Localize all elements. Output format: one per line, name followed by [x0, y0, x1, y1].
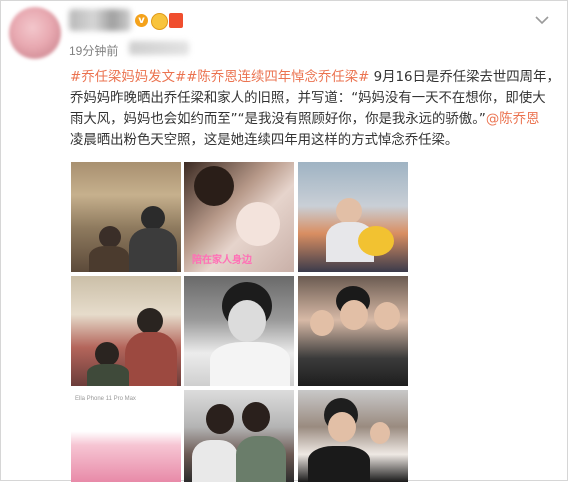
post-text: #乔任梁妈妈发文##陈乔恩连续四年悼念乔任梁# 9月16日是乔任梁去世四周年， … — [70, 67, 564, 151]
photo-figure — [194, 166, 234, 206]
post-time: 19分钟前 — [69, 44, 119, 58]
photo-figure — [210, 342, 290, 386]
photo-figure — [310, 310, 334, 336]
post-photo-2[interactable]: 陪在家人身边 — [184, 162, 294, 272]
post-photo-5[interactable] — [184, 276, 294, 386]
photo-figure — [328, 412, 356, 442]
post-text-segment: 雨大风，妈妈也会如约而至”“是我没有照顾好你，你是我永远的骄傲。” — [70, 112, 486, 127]
post-photo-3[interactable] — [298, 162, 408, 272]
photo-figure — [228, 300, 266, 342]
photo-figure — [206, 404, 234, 434]
avatar[interactable] — [9, 7, 61, 59]
photo-figure — [99, 226, 121, 248]
photo-figure — [340, 300, 368, 330]
member-badge-icon — [169, 13, 183, 28]
photo-figure — [358, 226, 394, 256]
weibo-post-card: v 19分钟前 #乔任梁妈妈发文##陈乔恩连续四年悼念乔任梁# 9月16日是乔任… — [0, 0, 568, 482]
photo-figure — [87, 364, 129, 386]
photo-text: Ella Phone 11 Pro Max — [75, 396, 136, 402]
hashtag-link[interactable]: #乔任梁妈妈发文# — [70, 70, 186, 85]
photo-figure — [336, 198, 362, 224]
post-photo-6[interactable] — [298, 276, 408, 386]
post-photo-4[interactable] — [71, 276, 181, 386]
photo-figure — [192, 440, 238, 482]
post-text-line-1: #乔任梁妈妈发文##陈乔恩连续四年悼念乔任梁# 9月16日是乔任梁去世四周年， — [70, 67, 564, 88]
post-text-line-2: 乔妈妈昨晚晒出乔任梁和家人的旧照，并写道：“妈妈没有一天不在想你，即使大 — [70, 91, 546, 106]
photo-figure — [370, 422, 390, 444]
photo-figure — [236, 202, 280, 246]
chevron-down-icon[interactable] — [533, 13, 551, 27]
post-photo-8[interactable] — [184, 390, 294, 482]
photo-figure — [236, 436, 286, 482]
photo-figure — [242, 402, 270, 432]
photo-caption: 陪在家人身边 — [192, 255, 252, 266]
post-text-segment: 9月16日是乔任梁去世四周年， — [369, 70, 560, 85]
hashtag-link[interactable]: #陈乔恩连续四年悼念乔任梁# — [186, 70, 369, 85]
photo-figure — [89, 246, 129, 272]
photo-figure — [308, 446, 370, 482]
photo-figure — [137, 308, 163, 334]
post-photo-1[interactable] — [71, 162, 181, 272]
post-photo-7[interactable]: Ella Phone 11 Pro Max — [71, 390, 181, 482]
post-photo-9[interactable] — [298, 390, 408, 482]
photo-figure — [125, 332, 177, 386]
photo-figure — [141, 206, 165, 230]
verified-badge-icon: v — [135, 14, 148, 27]
level-badge-icon — [151, 13, 168, 30]
photo-figure — [374, 302, 400, 330]
post-text-line-4: 凌晨晒出粉色天空照，这是她连续四年用这样的方式悼念乔任梁。 — [70, 133, 459, 148]
photo-figure — [95, 342, 119, 366]
post-source-blurred — [129, 41, 189, 55]
photo-figure — [129, 228, 177, 272]
username-blurred[interactable] — [69, 9, 131, 31]
mention-link[interactable]: @陈乔恩 — [486, 112, 540, 127]
post-text-line-3: 雨大风，妈妈也会如约而至”“是我没有照顾好你，你是我永远的骄傲。”@陈乔恩 — [70, 109, 564, 130]
